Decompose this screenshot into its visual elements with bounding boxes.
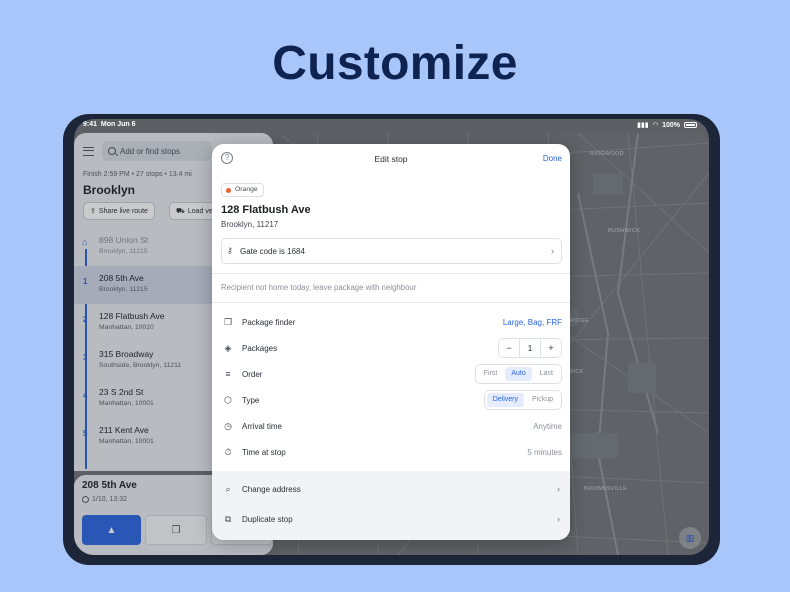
chevron-right-icon: › (557, 514, 560, 524)
route-summary: Finish 2:59 PM • 27 stops • 13.4 mi (83, 171, 192, 178)
type-option-delivery[interactable]: Delivery (486, 393, 524, 407)
status-time: 9:41 Mon Jun 6 (83, 121, 136, 128)
battery-icon (684, 122, 697, 128)
stop-number: 5 (83, 429, 88, 438)
status-right: ▮▮▮ ◠ 100% (637, 121, 697, 129)
time-at-stop-row[interactable]: ⏱ Time at stop 5 minutes (212, 440, 570, 466)
map-search-icon: ⌕ (225, 484, 231, 494)
chevron-right-icon: › (557, 484, 560, 494)
search-placeholder: Add or find stops (120, 146, 181, 156)
gate-code-field[interactable]: ⚷ Gate code is 1684 › (221, 238, 562, 264)
stop-subtitle: Manhattan, 10001 (99, 438, 154, 445)
package-button[interactable]: ❒ (145, 515, 207, 545)
map-label: RIDGWOOD (590, 151, 624, 157)
map-label: BROWNSVILLE (584, 486, 628, 492)
timer-icon: ⏱ (224, 447, 232, 457)
map-label: WICK (568, 369, 584, 375)
package-finder-row[interactable]: ❒ Package finder Large, Bag, FRF (212, 310, 570, 336)
order-option-auto[interactable]: Auto (505, 367, 532, 381)
duplicate-icon: ⧉ (224, 514, 232, 524)
stop-address: 128 Flatbush Ave (99, 311, 165, 321)
packages-row: ◈ Packages − 1 + (212, 336, 570, 362)
stop-subtitle: Manhattan, 10001 (99, 400, 154, 407)
map-toggle-button[interactable]: ▥ (679, 527, 701, 549)
type-option-pickup[interactable]: Pickup (526, 393, 559, 407)
dialog-title: Edit stop (374, 154, 408, 164)
change-address-row[interactable]: ⌕ Change address › (212, 477, 570, 503)
stop-subtitle: Manhattan, 10010 (99, 324, 154, 331)
stop-address-subtitle: Brooklyn, 11217 (221, 220, 279, 229)
delivery-note[interactable]: Recipient not home today, leave package … (221, 283, 416, 292)
wifi-icon: ◠ (652, 122, 659, 129)
search-icon (108, 147, 116, 155)
clock-icon: ◷ (224, 421, 232, 431)
layers-icon: ◈ (224, 343, 232, 353)
stop-number: 1 (83, 277, 88, 286)
box-icon: ⬡ (224, 395, 232, 405)
battery-percent: 100% (662, 121, 680, 129)
share-route-button[interactable]: ⇪ Share live route (83, 202, 155, 220)
package-finder-value: Large, Bag, FRF (502, 318, 562, 327)
stop-number: 2 (83, 315, 88, 324)
menu-icon[interactable] (83, 146, 94, 156)
time-at-stop-value: 5 minutes (527, 448, 562, 457)
duplicate-stop-row[interactable]: ⧉ Duplicate stop › (212, 507, 570, 533)
increment-button[interactable]: + (541, 339, 561, 357)
map-icon: ▥ (685, 532, 695, 543)
chevron-right-icon: › (551, 246, 554, 256)
order-option-last[interactable]: Last (534, 367, 559, 381)
order-icon: ≡ (225, 369, 231, 379)
package-icon: ❒ (171, 524, 181, 536)
truck-icon: ⛟ (176, 207, 185, 215)
stop-number: 3 (83, 353, 88, 362)
stop-subtitle: Southside, Brooklyn, 11211 (99, 362, 182, 369)
packages-stepper: − 1 + (498, 338, 562, 358)
order-segmented-control: First Auto Last (474, 364, 562, 384)
order-option-first[interactable]: First (478, 367, 504, 381)
edit-stop-dialog: ? Edit stop Done Orange 128 Flatbush Ave… (212, 144, 570, 540)
route-title: Brooklyn (83, 183, 136, 197)
stop-subtitle: Brooklyn, 11215 (99, 248, 148, 255)
current-stop-sub: 1/10, 13:32 (82, 496, 127, 503)
headline: Customize (272, 37, 518, 90)
clock-icon (82, 496, 89, 503)
divider (212, 302, 570, 303)
home-icon: ⌂ (82, 237, 88, 247)
dialog-actions: ⌕ Change address › ⧉ Duplicate stop › (212, 471, 570, 540)
stop-address: 898 Union St (99, 235, 149, 245)
navigate-button[interactable]: ▲ (82, 515, 141, 545)
type-segmented-control: Delivery Pickup (483, 390, 562, 410)
signal-icon: ▮▮▮ (637, 122, 649, 129)
map-label: RIDGE (570, 318, 589, 324)
stop-address: 211 Kent Ave (99, 425, 149, 435)
map-label: BUSHWICK (608, 228, 641, 234)
search-input[interactable]: Add or find stops (102, 141, 212, 161)
dialog-header: ? Edit stop Done (212, 144, 570, 174)
package-icon: ❒ (223, 317, 233, 327)
type-row: ⬡ Type Delivery Pickup (212, 388, 570, 414)
divider (212, 273, 570, 274)
stop-address: 315 Broadway (99, 349, 154, 359)
arrival-time-row[interactable]: ◷ Arrival time Anytime (212, 414, 570, 440)
arrival-time-value: Anytime (533, 422, 562, 431)
gate-code-text: Gate code is 1684 (240, 247, 305, 256)
stop-address: 23 S 2nd St (99, 387, 144, 397)
decrement-button[interactable]: − (499, 339, 519, 357)
package-count: 1 (519, 339, 541, 357)
order-row: ≡ Order First Auto Last (212, 362, 570, 388)
stop-subtitle: Brooklyn, 11215 (99, 286, 148, 293)
status-bar: 9:41 Mon Jun 6 ▮▮▮ ◠ 100% (74, 119, 709, 133)
done-button[interactable]: Done (543, 154, 562, 163)
share-icon: ⇪ (90, 208, 96, 215)
stop-number: 4 (83, 391, 88, 400)
key-icon: ⚷ (227, 246, 233, 255)
current-stop-title: 208 5th Ave (82, 480, 137, 491)
stop-address: 208 5th Ave (99, 273, 144, 283)
color-tag[interactable]: Orange (221, 183, 264, 197)
stop-address-title: 128 Flatbush Ave (221, 204, 311, 216)
search-bar: Add or find stops (83, 141, 212, 161)
navigate-icon: ▲ (106, 524, 117, 536)
